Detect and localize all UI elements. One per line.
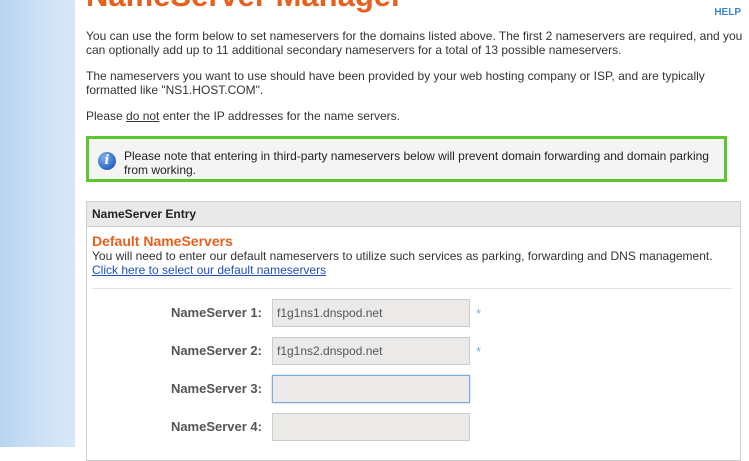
section-description: You will need to enter our default names… [92, 249, 713, 263]
page-title: NameServer Manager [86, 0, 403, 14]
nameserver-3-input[interactable] [272, 375, 470, 403]
nameserver-2-input[interactable] [272, 337, 470, 365]
nameserver-4-input[interactable] [272, 413, 470, 441]
nameserver-3-label: NameServer 3: [170, 381, 262, 396]
info-icon: i [98, 152, 116, 170]
section-title: Default NameServers [92, 233, 233, 249]
panel-header: NameServer Entry [87, 202, 740, 227]
nameserver-2-label: NameServer 2: [170, 343, 262, 358]
warning-text-end: enter the IP addresses for the name serv… [159, 109, 400, 123]
select-default-nameservers-link[interactable]: Click here to select our default nameser… [92, 263, 326, 277]
intro-paragraph-2: The nameservers you want to use should h… [86, 69, 705, 97]
required-marker: * [476, 344, 482, 359]
nameserver-1-input[interactable] [272, 299, 470, 327]
divider [92, 288, 732, 289]
warning-text-start: Please [86, 109, 127, 123]
nameserver-row-4: NameServer 4: [87, 413, 737, 441]
intro-paragraph-1: You can use the form below to set namese… [86, 29, 743, 57]
nameserver-row-1: NameServer 1: * [87, 299, 737, 327]
nameserver-4-label: NameServer 4: [170, 419, 262, 434]
warning-emphasis: do not [126, 109, 160, 123]
notice-box: i Please note that entering in third-par… [86, 136, 727, 182]
required-marker: * [476, 306, 482, 321]
intro-paragraph-3: Please do not enter the IP addresses for… [86, 109, 746, 123]
help-link[interactable]: HELP [714, 7, 741, 18]
nameserver-row-3: NameServer 3: [87, 375, 737, 403]
left-sidebar-background [0, 0, 75, 447]
notice-text: Please note that entering in third-party… [124, 149, 709, 177]
main-content: NameServer Manager HELP You can use the … [75, 0, 749, 461]
nameserver-1-label: NameServer 1: [170, 305, 262, 320]
nameserver-row-2: NameServer 2: * [87, 337, 737, 365]
nameserver-entry-panel: NameServer Entry Default NameServers You… [86, 201, 741, 461]
